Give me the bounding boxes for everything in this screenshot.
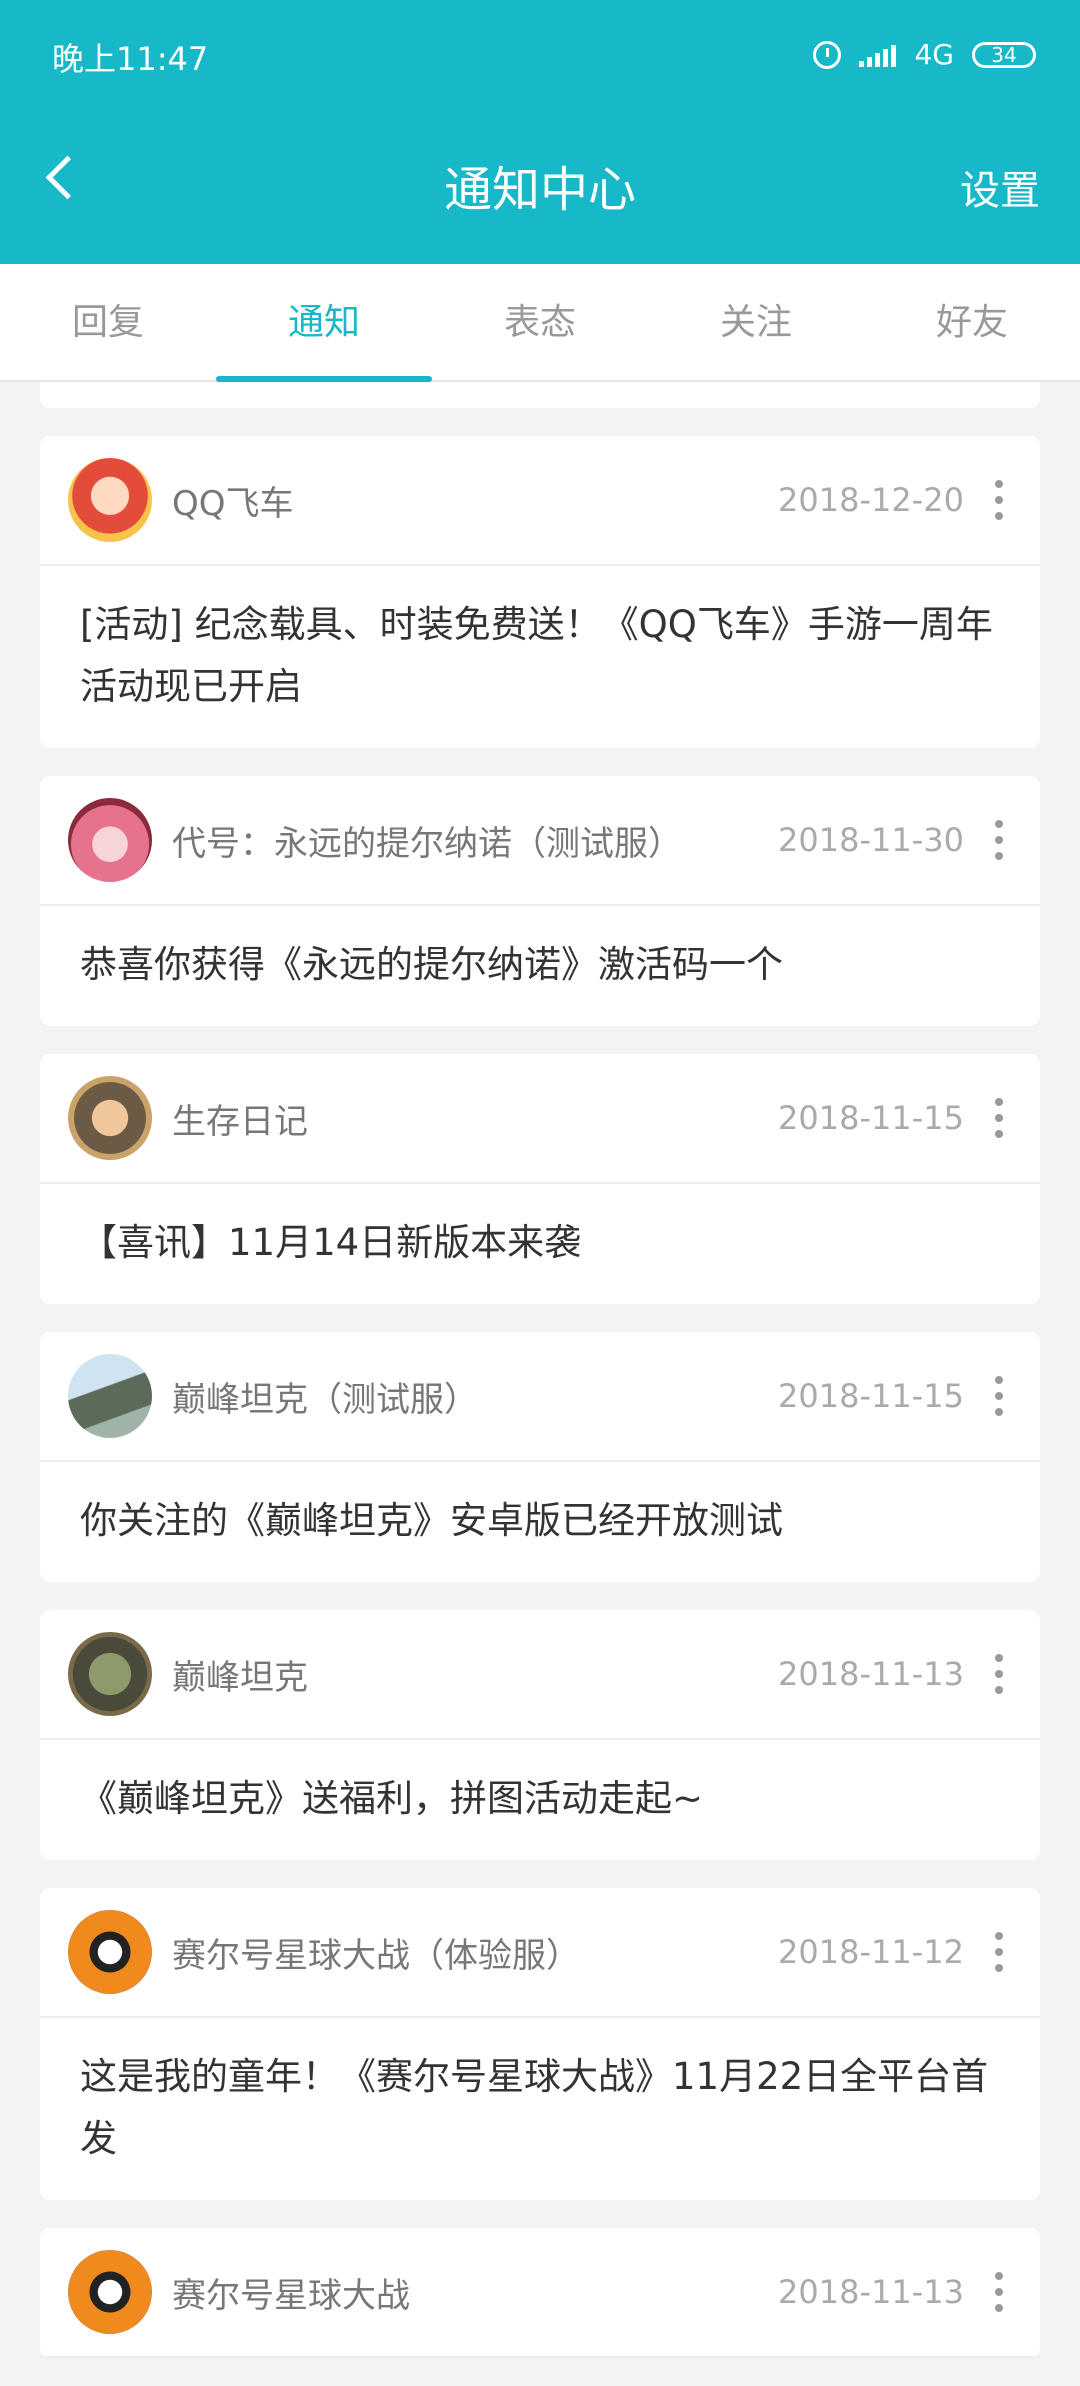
game-avatar[interactable] — [68, 1632, 152, 1716]
list-item[interactable]: 巅峰坦克 2018-11-13 《巅峰坦克》送福利，拼图活动走起~ — [40, 1610, 1040, 1860]
tab-notification[interactable]: 通知 — [216, 264, 432, 382]
list-item[interactable]: 赛尔号星球大战 2018-11-13 — [40, 2228, 1040, 2358]
settings-button[interactable]: 设置 — [960, 158, 1040, 216]
notification-text: 恭喜你获得《永远的提尔纳诺》激活码一个 — [80, 943, 783, 986]
notification-text: 【喜讯】11月14日新版本来袭 — [80, 1221, 582, 1264]
notification-text: 这是我的童年！《赛尔号星球大战》11月22日全平台首发 — [80, 2055, 989, 2160]
status-time: 晚上11:47 — [52, 40, 209, 78]
notification-text: 《巅峰坦克》送福利，拼图活动走起~ — [80, 1777, 704, 1820]
notification-date: 2018-11-13 — [778, 2273, 964, 2311]
more-icon[interactable] — [994, 1376, 1004, 1416]
more-icon[interactable] — [994, 1654, 1004, 1694]
notification-list: QQ飞车 2018-12-20 [活动] 纪念载具、时装免费送！《QQ飞车》手游… — [40, 436, 1040, 2386]
tab-reply[interactable]: 回复 — [0, 264, 216, 380]
game-avatar[interactable] — [68, 1076, 152, 1160]
sender-name[interactable]: 代号：永远的提尔纳诺（测试服） — [172, 816, 778, 865]
game-avatar[interactable] — [68, 1354, 152, 1438]
tab-bar: 回复 通知 表态 关注 好友 — [0, 264, 1080, 382]
tab-follow[interactable]: 关注 — [648, 264, 864, 380]
notification-date: 2018-11-12 — [778, 1933, 964, 1971]
list-item[interactable]: 赛尔号星球大战（体验服） 2018-11-12 这是我的童年！《赛尔号星球大战》… — [40, 1888, 1040, 2200]
list-item-partial — [40, 382, 1040, 408]
status-icons: 4G 34 — [813, 38, 1036, 71]
more-icon[interactable] — [994, 1932, 1004, 1972]
game-avatar[interactable] — [68, 458, 152, 542]
sender-name[interactable]: 巅峰坦克 — [172, 1650, 778, 1699]
game-avatar[interactable] — [68, 798, 152, 882]
list-item[interactable]: 生存日记 2018-11-15 【喜讯】11月14日新版本来袭 — [40, 1054, 1040, 1304]
list-item[interactable]: QQ飞车 2018-12-20 [活动] 纪念载具、时装免费送！《QQ飞车》手游… — [40, 436, 1040, 748]
tab-friends[interactable]: 好友 — [864, 264, 1080, 380]
notification-date: 2018-11-13 — [778, 1655, 964, 1693]
network-label: 4G — [914, 38, 954, 71]
notification-date: 2018-12-20 — [778, 481, 964, 519]
page-title: 通知中心 — [443, 162, 636, 218]
sender-name[interactable]: QQ飞车 — [172, 476, 778, 525]
list-item[interactable]: 巅峰坦克（测试服） 2018-11-15 你关注的《巅峰坦克》安卓版已经开放测试 — [40, 1332, 1040, 1582]
game-avatar[interactable] — [68, 2250, 152, 2334]
battery-icon: 34 — [972, 41, 1036, 68]
more-icon[interactable] — [994, 1098, 1004, 1138]
tab-reaction[interactable]: 表态 — [432, 264, 648, 380]
notification-date: 2018-11-30 — [778, 821, 964, 859]
app-header: 晚上11:47 4G 34 通知中心 设置 — [0, 0, 1080, 264]
more-icon[interactable] — [994, 2272, 1004, 2312]
sender-name[interactable]: 赛尔号星球大战（体验服） — [172, 1928, 778, 1977]
notification-date: 2018-11-15 — [778, 1099, 964, 1137]
signal-icon — [859, 43, 897, 67]
notification-text: 你关注的《巅峰坦克》安卓版已经开放测试 — [80, 1499, 783, 1542]
notification-text: [活动] 纪念载具、时装免费送！《QQ飞车》手游一周年活动现已开启 — [80, 603, 993, 708]
alarm-icon — [813, 40, 842, 69]
more-icon[interactable] — [994, 820, 1004, 860]
sender-name[interactable]: 巅峰坦克（测试服） — [172, 1372, 778, 1421]
list-item[interactable]: 代号：永远的提尔纳诺（测试服） 2018-11-30 恭喜你获得《永远的提尔纳诺… — [40, 776, 1040, 1026]
notification-date: 2018-11-15 — [778, 1377, 964, 1415]
game-avatar[interactable] — [68, 1910, 152, 1994]
sender-name[interactable]: 生存日记 — [172, 1094, 778, 1143]
sender-name[interactable]: 赛尔号星球大战 — [172, 2268, 778, 2317]
more-icon[interactable] — [994, 480, 1004, 520]
